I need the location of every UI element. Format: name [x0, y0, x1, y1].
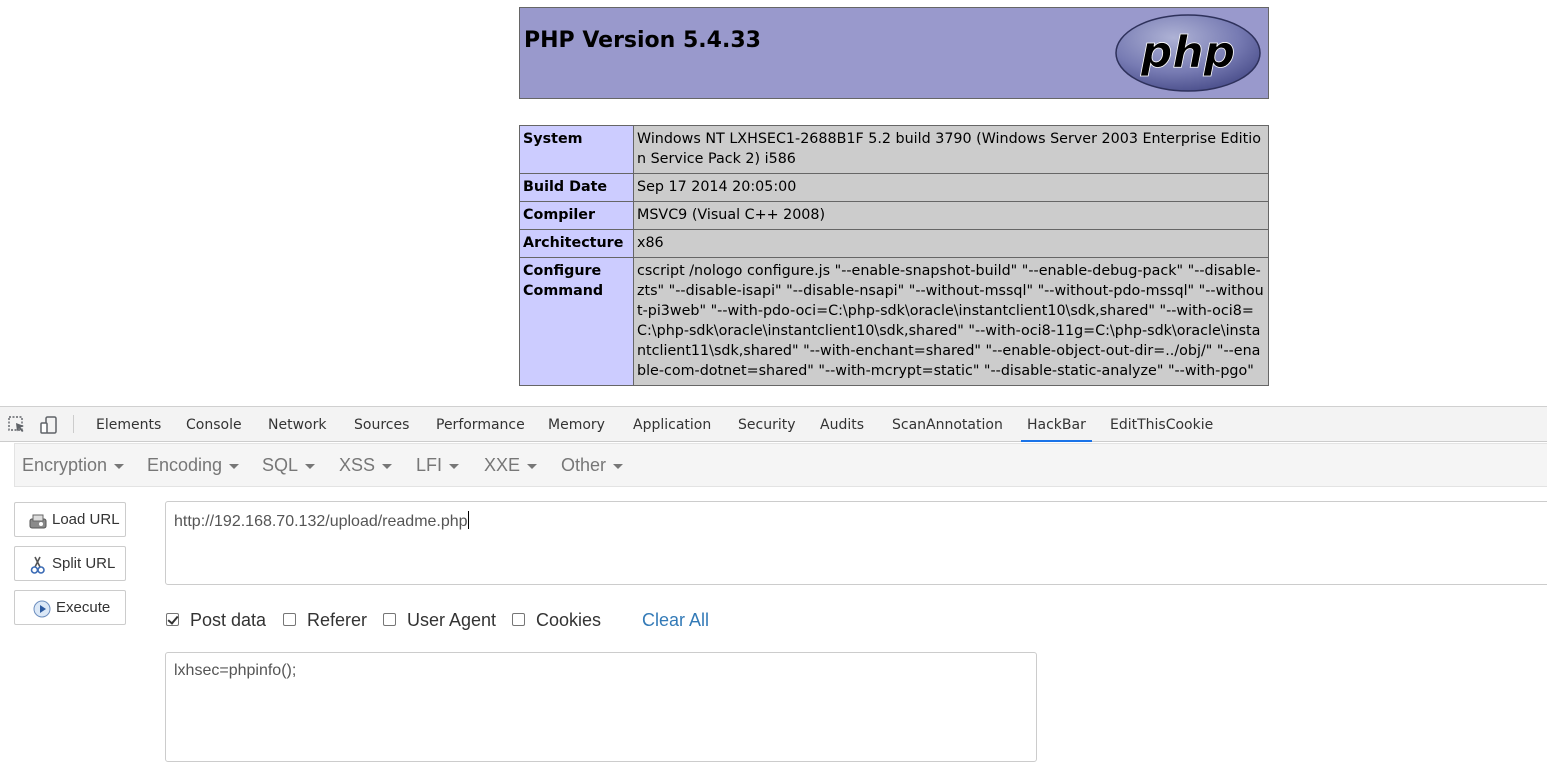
- menu-label: LFI: [416, 455, 443, 475]
- chevron-down-icon: [449, 463, 460, 469]
- menu-other-dropdown[interactable]: Other: [561, 444, 624, 486]
- devtools-tabbar: Elements Console Network Sources Performance…: [0, 407, 1547, 442]
- split-url-button[interactable]: Split URL: [14, 546, 126, 581]
- execute-button[interactable]: Execute: [14, 590, 126, 625]
- phpinfo-header: PHP Version 5.4.33 php: [519, 7, 1269, 99]
- post-data-input[interactable]: lxhsec=phpinfo();: [165, 652, 1037, 762]
- menu-label: Encryption: [22, 455, 108, 475]
- php-logo-text: php: [1140, 27, 1235, 78]
- phpinfo-row-key: Architecture: [519, 229, 634, 258]
- tab-console[interactable]: Console: [186, 407, 242, 441]
- checkbox-label[interactable]: Cookies: [536, 608, 601, 632]
- menu-label: XSS: [339, 455, 376, 475]
- menu-label: Other: [561, 455, 607, 475]
- option-post-data: Post data: [166, 608, 286, 632]
- clear-all-link[interactable]: Clear All: [642, 608, 709, 632]
- tab-network[interactable]: Network: [268, 407, 326, 441]
- tab-editthiscookie[interactable]: EditThisCookie: [1110, 407, 1213, 441]
- load-url-label: Load URL: [52, 511, 120, 528]
- phpinfo-row: Configure Command cscript /nologo configu…: [519, 257, 1269, 386]
- phpinfo-row: Architecture x86: [519, 229, 1269, 258]
- phpinfo-row-key: Build Date: [519, 173, 634, 202]
- phpinfo-page: PHP Version 5.4.33 php System Windows NT …: [0, 0, 1547, 406]
- load-url-button[interactable]: Load URL: [14, 502, 126, 537]
- chevron-down-icon: [305, 463, 316, 469]
- phpinfo-table: System Windows NT LXHSEC1-2688B1F 5.2 bui…: [519, 125, 1269, 386]
- chevron-down-icon: [613, 463, 624, 469]
- post-data-value: lxhsec=phpinfo();: [174, 662, 297, 679]
- chevron-down-icon: [229, 463, 240, 469]
- tab-separator: [73, 415, 74, 433]
- chevron-down-icon: [382, 463, 393, 469]
- url-input[interactable]: http://192.168.70.132/upload/readme.php: [165, 501, 1547, 585]
- text-cursor: [467, 511, 469, 529]
- checkbox[interactable]: [283, 613, 296, 626]
- execute-label: Execute: [56, 599, 111, 616]
- phpinfo-row-key: System: [519, 125, 634, 174]
- tab-hackbar[interactable]: HackBar: [1021, 407, 1092, 442]
- option-cookies: Cookies: [512, 608, 632, 632]
- phpinfo-row-value: MSVC9 (Visual C++ 2008): [633, 201, 1269, 230]
- tab-audits[interactable]: Audits: [820, 407, 864, 441]
- load-url-icon: [29, 514, 47, 529]
- menu-label: XXE: [484, 455, 521, 475]
- url-value: http://192.168.70.132/upload/readme.php: [174, 513, 468, 530]
- tab-application[interactable]: Application: [633, 407, 711, 441]
- menu-sql-dropdown[interactable]: SQL: [262, 444, 316, 486]
- checkbox[interactable]: [512, 613, 525, 626]
- phpinfo-row: Compiler MSVC9 (Visual C++ 2008): [519, 201, 1269, 230]
- phpinfo-row-value: Windows NT LXHSEC1-2688B1F 5.2 build 379…: [633, 125, 1269, 174]
- tab-scanannotation[interactable]: ScanAnnotation: [892, 407, 1003, 441]
- checkbox[interactable]: [166, 613, 179, 626]
- phpinfo-row-value: Sep 17 2014 20:05:00: [633, 173, 1269, 202]
- phpinfo-row: Build Date Sep 17 2014 20:05:00: [519, 173, 1269, 202]
- tab-elements[interactable]: Elements: [96, 407, 161, 441]
- phpinfo-row-value: cscript /nologo configure.js "--enable-s…: [633, 257, 1269, 386]
- execute-icon: [33, 600, 51, 618]
- scissors-icon: [30, 556, 45, 574]
- tab-security[interactable]: Security: [738, 407, 796, 441]
- checkbox-label[interactable]: Referer: [307, 608, 367, 632]
- phpinfo-row: System Windows NT LXHSEC1-2688B1F 5.2 bui…: [519, 125, 1269, 174]
- phpinfo-row-key: Compiler: [519, 201, 634, 230]
- tab-sources[interactable]: Sources: [354, 407, 409, 441]
- checkbox-label[interactable]: Post data: [190, 608, 266, 632]
- tab-memory[interactable]: Memory: [548, 407, 605, 441]
- menu-xxe-dropdown[interactable]: XXE: [484, 444, 538, 486]
- option-user-agent: User Agent: [383, 608, 503, 632]
- menu-lfi-dropdown[interactable]: LFI: [416, 444, 460, 486]
- split-url-label: Split URL: [52, 555, 116, 572]
- php-logo: php: [1115, 14, 1261, 92]
- checkbox[interactable]: [383, 613, 396, 626]
- tab-performance[interactable]: Performance: [436, 407, 525, 441]
- phpinfo-row-value: x86: [633, 229, 1269, 258]
- menu-xss-dropdown[interactable]: XSS: [339, 444, 393, 486]
- phpinfo-row-key: Configure Command: [519, 257, 634, 386]
- menu-label: Encoding: [147, 455, 223, 475]
- checkbox-label[interactable]: User Agent: [407, 608, 496, 632]
- chevron-down-icon: [114, 463, 125, 469]
- menu-label: SQL: [262, 455, 299, 475]
- chevron-down-icon: [527, 463, 538, 469]
- device-toolbar-icon[interactable]: [39, 415, 59, 435]
- php-version-title: PHP Version 5.4.33: [524, 28, 761, 53]
- hackbar-menu: Encryption Encoding SQL XSS LFI XXE Other: [14, 443, 1547, 487]
- devtools-panel: Elements Console Network Sources Performance…: [0, 406, 1547, 762]
- menu-encryption-dropdown[interactable]: Encryption: [22, 444, 125, 486]
- inspect-element-icon[interactable]: [7, 415, 27, 435]
- url-text: http://192.168.70.132/upload/readme.php: [174, 511, 469, 531]
- menu-encoding-dropdown[interactable]: Encoding: [147, 444, 240, 486]
